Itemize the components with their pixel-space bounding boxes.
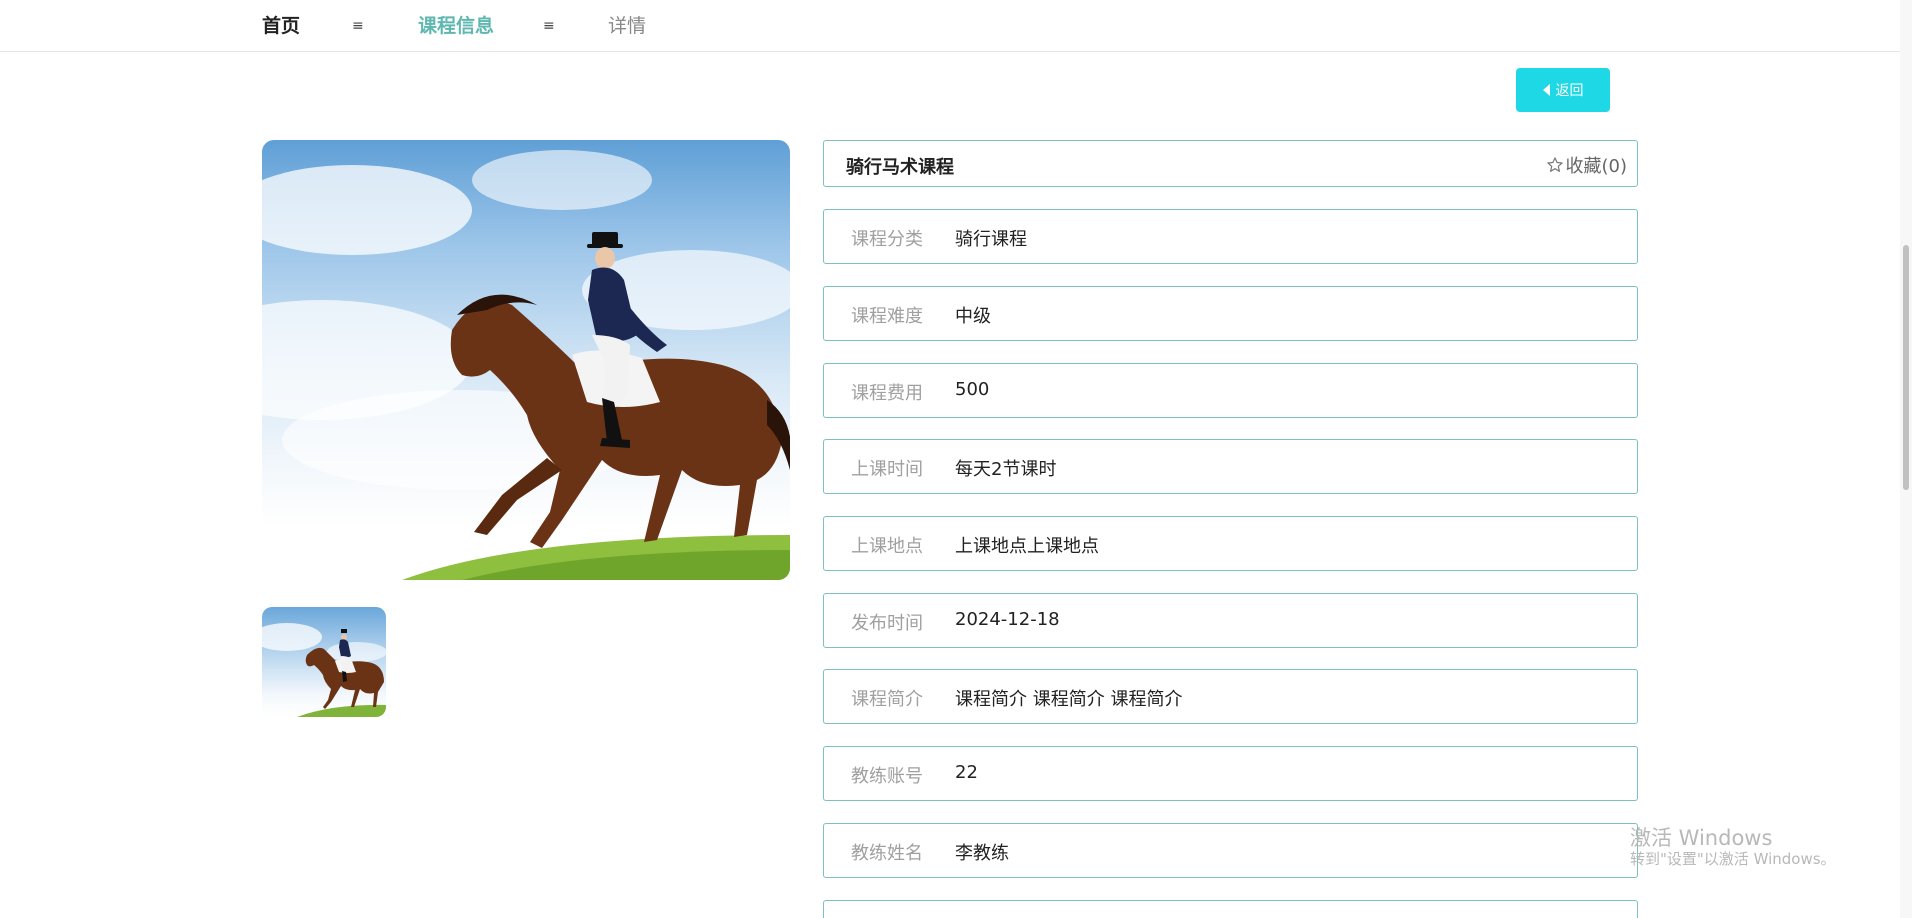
- field-value: 课程简介 课程简介 课程简介: [955, 689, 1183, 710]
- course-name: 骑行马术课程: [846, 157, 954, 178]
- field-label: 教练账号: [851, 766, 923, 787]
- breadcrumb-home-link[interactable]: 首页: [262, 13, 300, 39]
- course-thumbnail[interactable]: [262, 607, 386, 717]
- field-row-location: 上课地点 上课地点上课地点: [823, 516, 1638, 571]
- field-label: 课程费用: [851, 383, 923, 404]
- field-value: 上课地点上课地点: [955, 536, 1099, 557]
- breadcrumb-detail: 详情: [608, 15, 647, 37]
- field-value: 每天2节课时: [955, 459, 1057, 480]
- star-icon: [1546, 157, 1563, 172]
- field-label: 上课时间: [851, 459, 923, 480]
- field-label: 发布时间: [851, 613, 923, 634]
- horse-rider-image: [262, 150, 790, 580]
- field-row-intro: 课程简介 课程简介 课程简介 课程简介: [823, 669, 1638, 724]
- breadcrumb-course-info-link[interactable]: 课程信息: [418, 13, 494, 39]
- field-value: 2024-12-18: [955, 609, 1060, 630]
- favorite-button[interactable]: 收藏(0): [1546, 152, 1628, 178]
- caret-left-icon: [1542, 84, 1550, 96]
- course-detail-page: 首页 ≡ 课程信息 ≡ 详情 返回 骑行马术课程 收藏(0) 课程分类 骑行课程…: [0, 0, 1912, 918]
- back-button[interactable]: 返回: [1516, 68, 1610, 112]
- field-label: 上课地点: [851, 536, 923, 557]
- field-row-fee: 课程费用 500: [823, 363, 1638, 418]
- field-label: 课程分类: [851, 229, 923, 250]
- favorite-count-label: 收藏(0): [1565, 156, 1628, 177]
- field-value: 500: [955, 379, 990, 400]
- back-button-label: 返回: [1555, 83, 1584, 99]
- field-row-coach-account: 教练账号 22: [823, 746, 1638, 801]
- breadcrumb-separator-icon: ≡: [543, 18, 555, 34]
- activation-watermark-subtitle: 转到"设置"以激活 Windows。: [1630, 850, 1836, 868]
- course-title-row: 骑行马术课程 收藏(0): [823, 140, 1638, 187]
- field-row-publish-date: 发布时间 2024-12-18: [823, 593, 1638, 648]
- course-main-image: [262, 140, 790, 580]
- horse-rider-thumbnail-image: [262, 623, 386, 717]
- field-label: 教练姓名: [851, 843, 923, 864]
- field-label: 课程难度: [851, 306, 923, 327]
- field-row-coach-name: 教练姓名 李教练: [823, 823, 1638, 878]
- field-value: 骑行课程: [955, 229, 1027, 250]
- field-row-category: 课程分类 骑行课程: [823, 209, 1638, 264]
- breadcrumb-separator-icon: ≡: [352, 18, 364, 34]
- field-row-next: [823, 900, 1638, 918]
- field-row-schedule: 上课时间 每天2节课时: [823, 439, 1638, 494]
- breadcrumb: 首页 ≡ 课程信息 ≡ 详情: [0, 0, 1900, 52]
- field-row-difficulty: 课程难度 中级: [823, 286, 1638, 341]
- field-label: 课程简介: [851, 689, 923, 710]
- field-value: 李教练: [955, 843, 1009, 864]
- scrollbar-thumb[interactable]: [1903, 245, 1909, 490]
- field-value: 中级: [955, 306, 991, 327]
- field-value: 22: [955, 762, 978, 783]
- page-scrollbar[interactable]: [1900, 0, 1912, 918]
